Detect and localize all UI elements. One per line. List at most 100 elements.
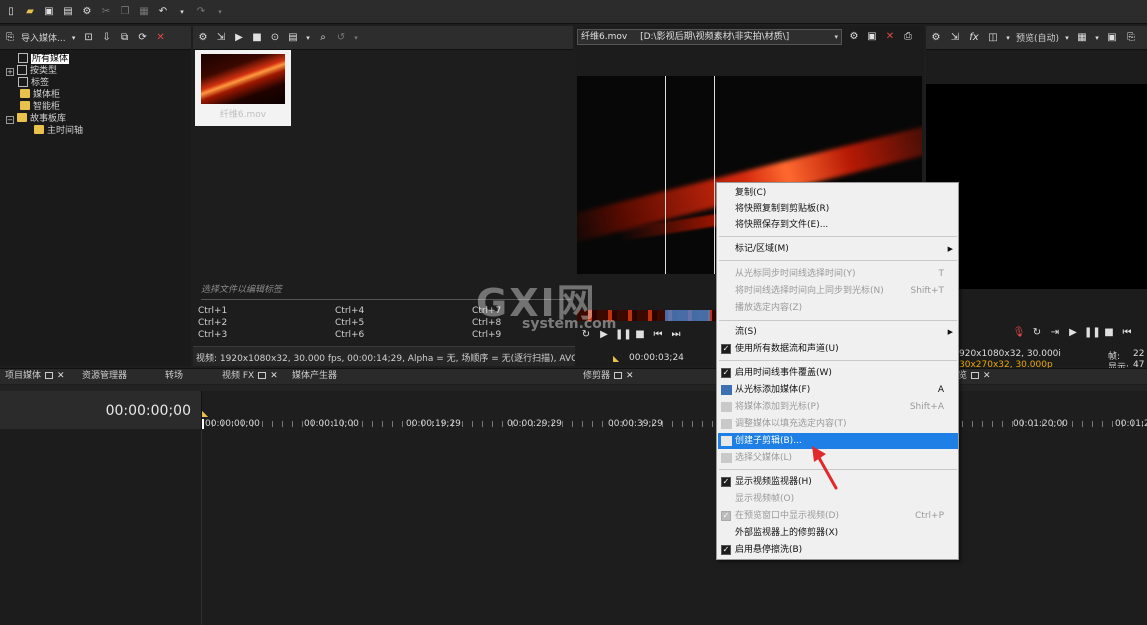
menu-item-sync-timeline-selection[interactable]: 从光标同步时间线选择时间(Y) T <box>718 266 958 282</box>
menu-item-show-in-preview[interactable]: ✓ 在预览窗口中显示视频(D) Ctrl+P <box>718 508 958 524</box>
tab-transitions[interactable]: 转场 <box>165 369 183 383</box>
tree-item-tags[interactable]: 标签 <box>18 77 49 89</box>
copy-icon[interactable]: ❐ <box>118 5 132 19</box>
preview-loop-icon[interactable]: ↻ <box>1030 326 1044 340</box>
expand-icon[interactable]: + <box>6 68 14 76</box>
search-icon[interactable]: ⌕ <box>316 31 330 45</box>
dock-window-icon[interactable] <box>258 372 267 379</box>
menu-item-use-all-streams[interactable]: ✓ 使用所有数据流和声道(U) <box>718 341 958 357</box>
shortcut-1[interactable]: Ctrl+1 <box>198 306 227 316</box>
close-tab-icon[interactable]: ✕ <box>57 369 65 383</box>
preview-play-icon[interactable]: ▶ <box>1066 326 1080 340</box>
menu-item-markers-regions[interactable]: 标记/区域(M) ▶ <box>718 241 958 257</box>
save-icon[interactable]: ▣ <box>42 5 56 19</box>
menu-item-streams[interactable]: 流(S) ▶ <box>718 324 958 340</box>
shortcut-6[interactable]: Ctrl+6 <box>335 330 364 340</box>
dock-window-icon[interactable] <box>45 372 54 379</box>
overlays-dropdown-icon[interactable]: ▾ <box>1094 31 1100 45</box>
menu-item-hover-scrub[interactable]: ✓ 启用悬停擦洗(B) <box>718 542 958 558</box>
remove-unused-icon[interactable]: ⧉ <box>118 31 132 45</box>
undo-dropdown-icon[interactable]: ▾ <box>175 5 189 19</box>
file-dropdown-icon[interactable]: ▾ <box>834 30 838 44</box>
tab-media-generators[interactable]: 媒体产生器 <box>292 369 337 383</box>
playhead-marker[interactable]: ◣ <box>202 409 208 418</box>
trimmer-snapshot-icon[interactable]: ⎙ <box>901 30 915 44</box>
track-area[interactable] <box>203 430 1147 625</box>
playhead-line[interactable] <box>202 419 204 429</box>
shortcut-4[interactable]: Ctrl+4 <box>335 306 364 316</box>
shortcut-5[interactable]: Ctrl+5 <box>335 318 364 328</box>
tree-item-all-media[interactable]: 所有媒体 <box>18 53 70 65</box>
redo-icon[interactable]: ↷ <box>194 5 208 19</box>
play-icon[interactable]: ▶ <box>232 31 246 45</box>
out-marker-line[interactable] <box>714 76 715 274</box>
dock-window-icon[interactable] <box>971 372 980 379</box>
collapse-icon[interactable]: − <box>6 116 14 124</box>
copy-snapshot-icon[interactable]: ▣ <box>1105 31 1119 45</box>
tab-video-fx[interactable]: 视频 FX ✕ <box>222 369 278 383</box>
trimmer-media-icon[interactable]: ▣ <box>865 30 879 44</box>
get-media-icon[interactable]: ⇩ <box>100 31 114 45</box>
trimmer-delete-icon[interactable]: ✕ <box>883 30 897 44</box>
trimmer-file-selector[interactable]: 纤维6.mov [D:\影视后期\视频素材\非实拍\材质\] ▾ <box>577 29 842 45</box>
views-icon[interactable]: ▤ <box>286 31 300 45</box>
play-from-start-icon[interactable]: ⇥ <box>1048 326 1062 340</box>
preview-go-start-icon[interactable]: ⏮ <box>1120 326 1134 340</box>
timeline-timecode[interactable]: 00:00:00;00 <box>106 403 191 419</box>
tab-trimmer[interactable]: 修剪器 ✕ <box>583 369 634 383</box>
preview-video-frame[interactable] <box>926 84 1147 289</box>
dock-window-icon[interactable] <box>614 372 623 379</box>
in-marker-line[interactable] <box>665 76 666 274</box>
tree-item-main-timeline[interactable]: 主时间轴 <box>34 125 83 137</box>
video-fx-icon[interactable]: fx <box>967 31 981 45</box>
close-tab-icon[interactable]: ✕ <box>626 369 634 383</box>
undo-icon[interactable]: ↶ <box>156 5 170 19</box>
tree-item-media-bins[interactable]: 媒体柜 <box>20 89 60 101</box>
preview-dropdown-icon[interactable]: ▾ <box>1005 31 1011 45</box>
preview-device-icon[interactable]: ⇲ <box>948 31 962 45</box>
shortcut-2[interactable]: Ctrl+2 <box>198 318 227 328</box>
auto-preview-icon[interactable]: ⇲ <box>214 31 228 45</box>
overlays-grid-icon[interactable]: ▦ <box>1075 31 1089 45</box>
views-dropdown-icon[interactable]: ▾ <box>304 31 312 45</box>
properties-gear-icon[interactable]: ⚙ <box>196 31 210 45</box>
menu-item-timeline-event-overlay[interactable]: ✓ 启用时间线事件覆盖(W) <box>718 365 958 381</box>
capture-icon[interactable]: ⊡ <box>82 31 96 45</box>
save-as-icon[interactable]: ▤ <box>61 5 75 19</box>
tree-item-by-type[interactable]: + 按类型 <box>6 65 57 77</box>
search-dropdown-icon[interactable]: ▾ <box>352 31 360 45</box>
close-tab-icon[interactable]: ✕ <box>270 369 278 383</box>
refresh-icon[interactable]: ⟳ <box>136 31 150 45</box>
shortcut-3[interactable]: Ctrl+3 <box>198 330 227 340</box>
search-history-icon[interactable]: ↺ <box>334 31 348 45</box>
new-file-icon[interactable]: ▯ <box>4 5 18 19</box>
preview-properties-icon[interactable]: ⚙ <box>929 31 943 45</box>
menu-item-external-monitor-trimmer[interactable]: 外部监视器上的修剪器(X) <box>718 525 958 541</box>
tree-item-storyboard-bin[interactable]: − 故事板库 <box>6 113 66 125</box>
preview-stop-icon[interactable]: ■ <box>1102 326 1116 340</box>
import-media-icon[interactable]: ⎘ <box>3 31 17 45</box>
loop-icon[interactable]: ⊙ <box>268 31 282 45</box>
split-screen-icon[interactable]: ◫ <box>986 31 1000 45</box>
import-dropdown-icon[interactable]: ▾ <box>70 31 78 45</box>
menu-item-save-snapshot[interactable]: 将快照保存到文件(E)... <box>718 217 958 233</box>
close-tab-icon[interactable]: ✕ <box>983 369 991 383</box>
quality-dropdown-icon[interactable]: ▾ <box>1064 31 1070 45</box>
menu-item-show-video-frames[interactable]: 显示视频帧(O) <box>718 491 958 507</box>
menu-item-sync-selection-up[interactable]: 将时间线选择时间向上同步到光标(N) Shift+T <box>718 283 958 299</box>
menu-item-copy-snapshot[interactable]: 将快照复制到剪贴板(R) <box>718 201 958 217</box>
preview-pause-icon[interactable]: ❚❚ <box>1084 326 1101 340</box>
redo-dropdown-icon[interactable]: ▾ <box>213 5 227 19</box>
menu-item-add-media-to-cursor[interactable]: 将媒体添加到光标(P) Shift+A <box>718 399 958 415</box>
trimmer-settings-icon[interactable]: ⚙ <box>847 30 861 44</box>
tree-item-smart-bins[interactable]: 智能柜 <box>20 101 60 113</box>
go-end-icon[interactable]: ⏭ <box>669 328 683 342</box>
menu-item-copy[interactable]: 复制(C) <box>718 185 958 201</box>
cut-icon[interactable]: ✂ <box>99 5 113 19</box>
open-folder-icon[interactable]: ▰ <box>23 5 37 19</box>
tab-explorer[interactable]: 资源管理器 <box>82 369 127 383</box>
mic-record-icon[interactable]: 🎙 <box>1012 326 1026 340</box>
import-media-button[interactable]: 导入媒体... <box>21 31 66 44</box>
go-start-icon[interactable]: ⏮ <box>651 328 665 342</box>
menu-item-add-media-from-cursor[interactable]: 从光标添加媒体(F) A <box>718 382 958 398</box>
